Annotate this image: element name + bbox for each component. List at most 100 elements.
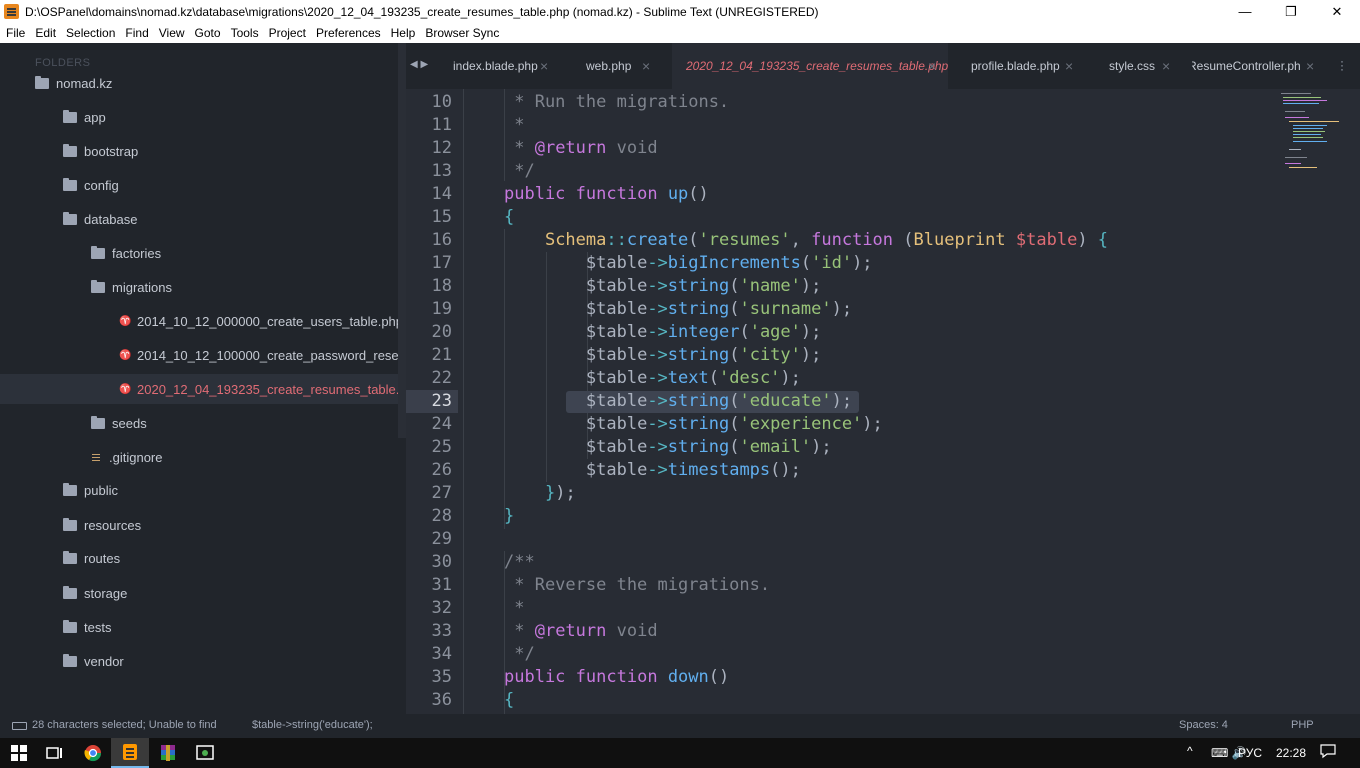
code-line[interactable]: * bbox=[504, 114, 524, 137]
indentation-setting[interactable]: Spaces: 4 bbox=[1179, 719, 1228, 731]
code-line[interactable]: $table->string('email'); bbox=[504, 436, 832, 459]
maximize-button[interactable]: ❐ bbox=[1268, 0, 1314, 23]
code-line[interactable]: $table->string('name'); bbox=[504, 275, 821, 298]
close-icon[interactable]: × bbox=[928, 58, 936, 74]
code-token: $table bbox=[585, 253, 648, 273]
menu-help[interactable]: Help bbox=[391, 26, 416, 40]
tab-bar: ◀ ▶ index.blade.php × web.php × 2020_12_… bbox=[406, 43, 1360, 89]
code-line[interactable]: $table->integer('age'); bbox=[504, 321, 821, 344]
winrar-icon[interactable] bbox=[149, 738, 187, 768]
tree-item[interactable]: migrations bbox=[0, 272, 398, 302]
tab-label: web.php bbox=[586, 59, 632, 73]
code-token: } bbox=[504, 506, 515, 526]
code-editor[interactable]: 10 11 12 13 14 15 16 17 18 19 20 21 22 23 24 25 26 27 28 29… bbox=[406, 89, 1360, 714]
menu-view[interactable]: View bbox=[159, 26, 185, 40]
code-line[interactable]: */ bbox=[504, 160, 534, 183]
tab-resume-controller[interactable]: ResumeController.php bbox=[1192, 43, 1300, 89]
tree-item[interactable]: config bbox=[0, 170, 398, 200]
tree-item[interactable]: ♈ 2014_10_12_000000_create_users_table.ph… bbox=[0, 306, 398, 336]
tree-item-label: tests bbox=[84, 619, 112, 635]
code-line[interactable]: * bbox=[504, 597, 524, 620]
close-icon[interactable]: × bbox=[540, 58, 548, 74]
close-icon[interactable]: × bbox=[1065, 58, 1073, 74]
ospanel-icon[interactable] bbox=[186, 738, 224, 768]
code-line[interactable]: $table->string('educate'); bbox=[504, 390, 852, 413]
code-line[interactable]: * Reverse the migrations. bbox=[504, 574, 770, 597]
code-token: } bbox=[544, 483, 556, 503]
minimize-button[interactable]: — bbox=[1222, 0, 1268, 23]
tree-item-label: 2014_10_12_100000_create_password_resets… bbox=[137, 347, 398, 363]
status-bar: 28 characters selected; Unable to find $… bbox=[0, 714, 1360, 738]
tree-item-label: app bbox=[84, 109, 106, 125]
close-button[interactable]: ✕ bbox=[1314, 0, 1360, 23]
code-line[interactable]: * Run the migrations. bbox=[504, 91, 729, 114]
code-line[interactable]: Schema::create('resumes', function (Blue… bbox=[504, 229, 1108, 252]
chrome-icon[interactable] bbox=[74, 738, 112, 768]
panel-toggle-icon[interactable] bbox=[12, 722, 27, 730]
tree-item[interactable]: .gitignore bbox=[0, 442, 398, 472]
code-line[interactable]: $table->text('desc'); bbox=[504, 367, 801, 390]
code-line[interactable]: { bbox=[504, 689, 514, 712]
menu-find[interactable]: Find bbox=[125, 26, 148, 40]
tree-item[interactable]: factories bbox=[0, 238, 398, 268]
close-icon[interactable]: × bbox=[1306, 58, 1314, 74]
code-line[interactable]: } bbox=[504, 505, 514, 528]
folder-icon bbox=[63, 550, 77, 564]
tab-create-resumes-table[interactable]: 2020_12_04_193235_create_resumes_table.p… bbox=[672, 43, 948, 89]
menu-selection[interactable]: Selection bbox=[66, 26, 115, 40]
minimap[interactable] bbox=[1281, 89, 1341, 179]
tree-item[interactable]: bootstrap bbox=[0, 136, 398, 166]
code-line[interactable]: $table->bigIncrements('id'); bbox=[504, 252, 873, 275]
tree-item[interactable]: public bbox=[0, 475, 398, 505]
line-number: 18 bbox=[431, 276, 452, 296]
code-line[interactable]: * @return void bbox=[504, 620, 657, 643]
tab-style-css[interactable]: style.css bbox=[1096, 43, 1186, 89]
menu-file[interactable]: File bbox=[6, 26, 25, 40]
tree-item[interactable]: ♈ 2014_10_12_100000_create_password_reset… bbox=[0, 340, 398, 370]
task-view-icon[interactable] bbox=[36, 738, 74, 768]
menu-edit[interactable]: Edit bbox=[35, 26, 56, 40]
code-line[interactable]: public function down() bbox=[504, 666, 729, 689]
tab-scroll-arrows[interactable]: ◀ ▶ bbox=[410, 59, 428, 70]
close-icon[interactable]: × bbox=[1162, 58, 1170, 74]
menu-project[interactable]: Project bbox=[269, 26, 306, 40]
tree-item[interactable]: database bbox=[0, 204, 398, 234]
notification-icon[interactable] bbox=[1320, 743, 1336, 762]
tree-item[interactable]: nomad.kz bbox=[0, 68, 398, 98]
title-bar: D:\OSPanel\domains\nomad.kz\database\mig… bbox=[0, 0, 1360, 23]
tree-item[interactable]: tests bbox=[0, 612, 398, 642]
code-line[interactable]: /** bbox=[504, 551, 535, 574]
more-tabs-icon[interactable]: · · · bbox=[1340, 55, 1344, 75]
menu-preferences[interactable]: Preferences bbox=[316, 26, 381, 40]
tree-item[interactable]: ♈ 2020_12_04_193235_create_resumes_table.… bbox=[0, 374, 398, 404]
menu-goto[interactable]: Goto bbox=[195, 26, 221, 40]
close-icon[interactable]: × bbox=[642, 58, 650, 74]
tray-expand-icon[interactable]: ^ bbox=[1187, 744, 1193, 758]
syntax-setting[interactable]: PHP bbox=[1291, 719, 1314, 731]
sublime-taskbar-icon[interactable] bbox=[111, 738, 149, 768]
line-number: 13 bbox=[431, 161, 452, 181]
code-line[interactable]: * @return void bbox=[504, 137, 657, 160]
code-line[interactable]: $table->string('experience'); bbox=[504, 413, 883, 436]
tree-item[interactable]: vendor bbox=[0, 646, 398, 676]
code-line[interactable]: $table->string('city'); bbox=[504, 344, 821, 367]
tree-item[interactable]: storage bbox=[0, 578, 398, 608]
code-line[interactable]: public function up() bbox=[504, 183, 709, 206]
tree-item[interactable]: app bbox=[0, 102, 398, 132]
tree-item[interactable]: routes bbox=[0, 543, 398, 573]
code-line[interactable]: */ bbox=[504, 643, 534, 666]
menu-browser-sync[interactable]: Browser Sync bbox=[425, 26, 499, 40]
clock[interactable]: 22:28 bbox=[1276, 746, 1306, 760]
code-line[interactable]: { bbox=[504, 206, 514, 229]
code-line[interactable]: $table->string('surname'); bbox=[504, 298, 852, 321]
tree-item[interactable]: resources bbox=[0, 510, 398, 540]
language-indicator[interactable]: РУС bbox=[1238, 746, 1262, 760]
menu-tools[interactable]: Tools bbox=[231, 26, 259, 40]
sidebar-scrollbar[interactable] bbox=[398, 43, 406, 438]
code-line[interactable]: }); bbox=[504, 482, 576, 505]
windows-start-icon[interactable] bbox=[0, 738, 38, 768]
tab-web[interactable]: web.php bbox=[574, 43, 664, 89]
tree-item[interactable]: seeds bbox=[0, 408, 398, 438]
code-line[interactable]: $table->timestamps(); bbox=[504, 459, 801, 482]
